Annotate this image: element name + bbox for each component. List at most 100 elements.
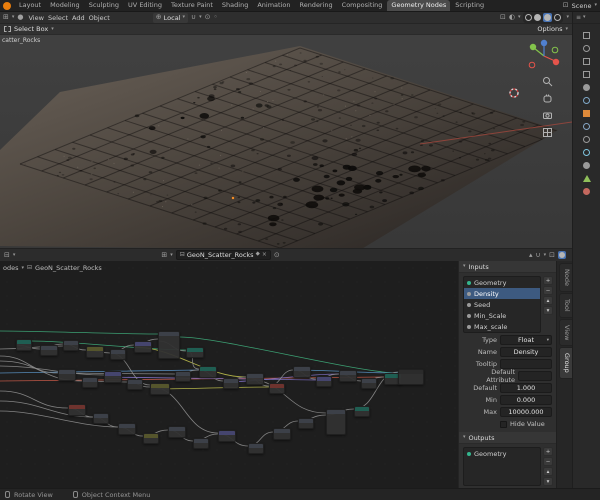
- graph-node[interactable]: [175, 371, 191, 382]
- overlays-icon[interactable]: ⊡: [549, 251, 555, 259]
- axis-z-handle[interactable]: [540, 39, 548, 47]
- workspace-tab-scripting[interactable]: Scripting: [451, 0, 488, 11]
- shading-solid-icon[interactable]: [534, 14, 542, 21]
- world-properties-tab-icon[interactable]: [583, 97, 590, 104]
- workspace-tab-rendering[interactable]: Rendering: [295, 0, 336, 11]
- visibility-toggle-icon[interactable]: ⊡: [500, 14, 506, 21]
- workspace-tab-texture-paint[interactable]: Texture Paint: [167, 0, 217, 11]
- workspace-tab-sculpting[interactable]: Sculpting: [85, 0, 123, 11]
- graph-node[interactable]: [134, 341, 152, 353]
- graph-node[interactable]: [86, 346, 104, 358]
- min-value-slider[interactable]: 0.000: [500, 395, 552, 405]
- camera-view-icon[interactable]: [542, 110, 553, 121]
- snap-magnet-icon[interactable]: ∪: [191, 14, 196, 21]
- socket-item-max-scale[interactable]: Max_scale: [464, 321, 540, 332]
- node-editor-type-icon[interactable]: ⊟: [4, 251, 10, 259]
- graph-node[interactable]: [293, 366, 311, 378]
- graph-node[interactable]: [168, 426, 186, 438]
- data-properties-tab-icon[interactable]: [582, 175, 591, 182]
- hide-value-checkbox[interactable]: [500, 420, 507, 428]
- graph-node[interactable]: [118, 423, 136, 435]
- workspace-tab-modeling[interactable]: Modeling: [46, 0, 84, 11]
- graph-node[interactable]: [193, 438, 209, 449]
- shading-wireframe-icon[interactable]: [525, 14, 533, 21]
- transform-orientation-dropdown[interactable]: ⊕ Local ▾: [152, 12, 189, 23]
- graph-node[interactable]: [248, 443, 264, 454]
- pin-icon[interactable]: ⊙: [274, 251, 280, 259]
- list-move-up-button[interactable]: ▴: [543, 467, 553, 476]
- pan-hand-icon[interactable]: [542, 93, 553, 104]
- graph-node[interactable]: [398, 369, 424, 385]
- particles-properties-tab-icon[interactable]: [583, 136, 590, 143]
- navigation-gizmo[interactable]: [526, 38, 562, 74]
- max-value-slider[interactable]: 10000.000: [500, 407, 552, 417]
- axis-y-handle[interactable]: [529, 43, 537, 51]
- graph-node[interactable]: [326, 409, 346, 435]
- breadcrumb-prefix[interactable]: odes: [3, 264, 19, 272]
- active-tool-label[interactable]: Select Box: [14, 25, 48, 33]
- socket-item-geometry[interactable]: Geometry: [464, 277, 540, 288]
- pivot-point-icon[interactable]: ⊙: [205, 14, 211, 21]
- zoom-icon[interactable]: [542, 76, 553, 87]
- graph-node[interactable]: [223, 378, 239, 389]
- snap-magnet-icon[interactable]: ∪: [535, 251, 540, 259]
- graph-node[interactable]: [58, 369, 76, 381]
- graph-node[interactable]: [158, 331, 180, 359]
- list-remove-button[interactable]: −: [543, 286, 553, 295]
- shading-rendered-icon[interactable]: [554, 14, 562, 21]
- menu-view[interactable]: View: [27, 14, 46, 22]
- graph-node[interactable]: [199, 366, 217, 378]
- name-field[interactable]: Density: [500, 347, 552, 357]
- graph-node[interactable]: [40, 345, 58, 356]
- constraints-properties-tab-icon[interactable]: [583, 162, 590, 169]
- physics-properties-tab-icon[interactable]: [583, 149, 590, 156]
- list-add-button[interactable]: +: [543, 276, 553, 285]
- graph-node[interactable]: [82, 377, 98, 388]
- parent-navigate-icon[interactable]: ▴: [529, 251, 533, 259]
- graph-node[interactable]: [143, 433, 159, 444]
- type-dropdown[interactable]: Float ▾: [500, 335, 552, 345]
- overlays-icon[interactable]: ◐: [509, 14, 515, 21]
- graph-node[interactable]: [68, 404, 86, 416]
- workspace-tab-layout[interactable]: Layout: [15, 0, 45, 11]
- list-add-button[interactable]: +: [543, 447, 553, 456]
- node-tree-name-field[interactable]: ⊟ GeoN_Scatter_Rocks ◆ ×: [175, 250, 271, 260]
- workspace-tab-uv-editing[interactable]: UV Editing: [124, 0, 166, 11]
- graph-node[interactable]: [246, 373, 264, 385]
- menu-select[interactable]: Select: [46, 14, 70, 22]
- sidebar-tab-group[interactable]: Group: [559, 347, 572, 379]
- scene-properties-tab-icon[interactable]: [583, 84, 590, 91]
- socket-item-min-scale[interactable]: Min_Scale: [464, 310, 540, 321]
- menu-object[interactable]: Object: [87, 14, 112, 22]
- axis-x-handle[interactable]: [552, 58, 560, 66]
- tool-properties-tab-icon[interactable]: [583, 32, 590, 39]
- sidebar-toggle-active[interactable]: [558, 251, 566, 259]
- options-dropdown[interactable]: Options: [537, 25, 562, 33]
- render-properties-tab-icon[interactable]: [583, 45, 590, 52]
- tooltip-field[interactable]: [500, 359, 552, 369]
- sidebar-tab-node[interactable]: Node: [559, 263, 572, 292]
- graph-node[interactable]: [218, 430, 236, 442]
- list-move-up-button[interactable]: ▴: [543, 296, 553, 305]
- inputs-panel-header[interactable]: ▾ Inputs: [459, 261, 556, 273]
- sidebar-tab-view[interactable]: View: [559, 318, 572, 347]
- graph-node[interactable]: [298, 418, 314, 429]
- list-move-down-button[interactable]: ▾: [543, 477, 553, 486]
- axis-y-neg-handle[interactable]: [551, 46, 559, 54]
- graph-node[interactable]: [339, 370, 357, 382]
- socket-item-seed[interactable]: Seed: [464, 299, 540, 310]
- ortho-grid-icon[interactable]: [542, 127, 553, 138]
- editor-type-icon[interactable]: ⊞: [3, 14, 9, 21]
- workspace-tab-animation[interactable]: Animation: [253, 0, 294, 11]
- graph-node[interactable]: [269, 383, 285, 394]
- object-properties-tab-icon[interactable]: [583, 110, 590, 117]
- properties-editor-icon[interactable]: ≡: [576, 14, 581, 21]
- sidebar-tab-tool[interactable]: Tool: [559, 292, 572, 318]
- blender-logo-icon[interactable]: [3, 1, 11, 10]
- graph-node[interactable]: [150, 383, 170, 395]
- graph-node[interactable]: [316, 376, 332, 387]
- browse-node-tree-icon[interactable]: ⊞: [161, 251, 167, 259]
- graph-node[interactable]: [16, 339, 32, 351]
- graph-node[interactable]: [273, 428, 291, 440]
- workspace-tab-compositing[interactable]: Compositing: [338, 0, 387, 11]
